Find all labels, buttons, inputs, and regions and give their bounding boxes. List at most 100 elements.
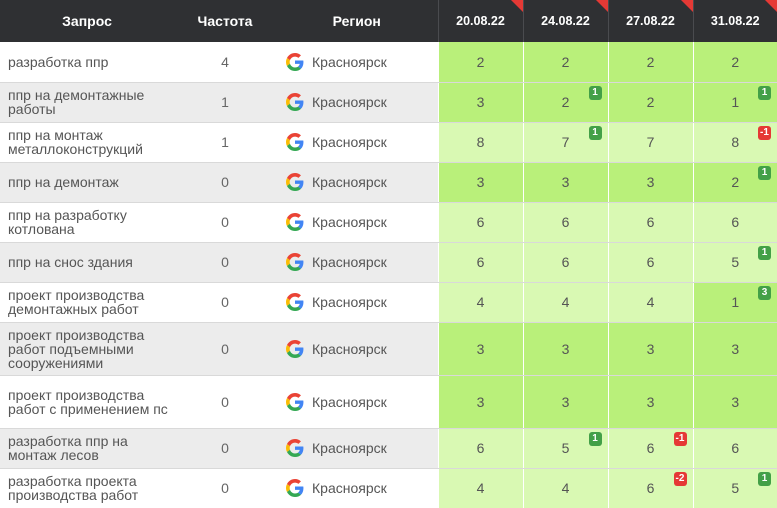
table-row[interactable]: ппр на снос здания 0 Красноярск 66651 — [0, 242, 777, 283]
region-cell: Красноярск — [276, 282, 438, 323]
position-cell[interactable]: 2 — [607, 42, 693, 83]
position-value: 2 — [561, 94, 570, 110]
position-cell[interactable]: 3 — [607, 162, 693, 203]
position-value: 3 — [476, 174, 485, 190]
position-cell[interactable]: 7 — [607, 122, 693, 163]
table-row[interactable]: проект производства работ с применением … — [0, 375, 777, 429]
position-value: 4 — [561, 480, 570, 496]
position-cell[interactable]: 6 — [692, 202, 777, 243]
position-cell[interactable]: 21 — [692, 162, 777, 203]
column-header-date[interactable]: 27.08.22 — [607, 0, 693, 42]
position-cell[interactable]: 2 — [522, 42, 608, 83]
position-cell[interactable]: 2 — [607, 82, 693, 123]
position-cell[interactable]: 6 -2 — [607, 468, 693, 508]
table-row[interactable]: ппр на демонтаж 0 Красноярск 33321 — [0, 162, 777, 203]
position-cell[interactable]: 6 — [522, 202, 608, 243]
position-cell[interactable]: 3 — [692, 322, 777, 376]
position-cell[interactable]: 8 — [437, 122, 523, 163]
position-cell[interactable]: 4 — [437, 468, 523, 508]
region-cell: Красноярск — [276, 468, 438, 508]
position-cell[interactable]: 3 — [522, 162, 608, 203]
position-value: 4 — [561, 294, 570, 310]
position-value: 3 — [476, 340, 485, 357]
position-cell[interactable]: 3 — [607, 322, 693, 376]
frequency-cell: 0 — [174, 162, 276, 203]
column-header-frequency[interactable]: Частота — [174, 0, 276, 42]
position-cell[interactable]: 6 — [692, 428, 777, 469]
date-label: 27.08.22 — [626, 14, 675, 28]
column-header-date[interactable]: 20.08.22 — [437, 0, 523, 42]
position-change-badge: 1 — [588, 431, 602, 446]
position-value: 2 — [476, 53, 485, 70]
table-row[interactable]: разработка проекта производства работ 0 … — [0, 468, 777, 508]
position-cell[interactable]: 3 — [437, 322, 523, 376]
position-value: 3 — [561, 340, 570, 357]
region-label: Красноярск — [312, 254, 387, 270]
table-row[interactable]: проект производства работ подъемными соо… — [0, 322, 777, 376]
position-value: 2 — [561, 53, 570, 70]
region-cell: Красноярск — [276, 122, 438, 163]
position-cell[interactable]: 21 — [522, 82, 608, 123]
table-row[interactable]: ппр на разработку котлована 0 Красноярск… — [0, 202, 777, 243]
position-cell[interactable]: 6 — [437, 242, 523, 283]
position-cell[interactable]: 2 — [692, 42, 777, 83]
position-cell[interactable]: 6 — [522, 242, 608, 283]
google-icon — [286, 293, 304, 311]
position-cell[interactable]: 51 — [692, 468, 777, 508]
frequency-cell: 0 — [174, 322, 276, 376]
position-cell[interactable]: 6 — [607, 242, 693, 283]
position-cell[interactable]: 71 — [522, 122, 608, 163]
date-marker-icon — [680, 0, 693, 12]
column-header-date[interactable]: 31.08.22 — [692, 0, 777, 42]
position-cell[interactable]: 6 — [437, 202, 523, 243]
position-value: 3 — [561, 393, 570, 410]
position-cell[interactable]: 3 — [437, 82, 523, 123]
position-value: 4 — [476, 480, 485, 496]
position-cell[interactable]: 4 — [522, 282, 608, 323]
date-label: 20.08.22 — [456, 14, 505, 28]
region-label: Красноярск — [312, 134, 387, 150]
query-cell: ппр на демонтажные работы — [0, 82, 174, 123]
query-cell: ппр на снос здания — [0, 242, 174, 283]
column-header-region[interactable]: Регион — [276, 0, 438, 42]
position-cell[interactable]: 51 — [692, 242, 777, 283]
region-label: Красноярск — [312, 440, 387, 456]
google-icon — [286, 93, 304, 111]
region-cell: Красноярск — [276, 202, 438, 243]
position-cell[interactable]: 2 — [437, 42, 523, 83]
table-row[interactable]: проект производства демонтажных работ 0 … — [0, 282, 777, 323]
column-header-query[interactable]: Запрос — [0, 0, 174, 42]
table-row[interactable]: ппр на монтаж металлоконструкций 1 Красн… — [0, 122, 777, 163]
column-header-date[interactable]: 24.08.22 — [522, 0, 608, 42]
region-label: Красноярск — [312, 94, 387, 110]
position-change-badge: 1 — [758, 471, 771, 486]
position-cell[interactable]: 3 — [437, 162, 523, 203]
position-cell[interactable]: 3 — [522, 322, 608, 376]
position-value: 6 — [646, 480, 655, 496]
position-cell[interactable]: 4 — [607, 282, 693, 323]
table-row[interactable]: разработка ппр на монтаж лесов 0 Красноя… — [0, 428, 777, 469]
position-cell[interactable]: 3 — [522, 375, 608, 429]
position-value: 6 — [561, 254, 570, 270]
position-cell[interactable]: 11 — [692, 82, 777, 123]
position-cell[interactable]: 3 — [692, 375, 777, 429]
frequency-cell: 0 — [174, 428, 276, 469]
position-cell[interactable]: 6 — [437, 428, 523, 469]
position-cell[interactable]: 51 — [522, 428, 608, 469]
position-cell[interactable]: 3 — [437, 375, 523, 429]
position-cell[interactable]: 13 — [692, 282, 777, 323]
position-cell[interactable]: 4 — [522, 468, 608, 508]
position-cell[interactable]: 3 — [607, 375, 693, 429]
google-icon — [286, 392, 304, 411]
position-value: 3 — [646, 340, 655, 357]
position-cell[interactable]: 6 -1 — [607, 428, 693, 469]
table-row[interactable]: разработка ппр 4 Красноярск 2 2 2 2 — [0, 42, 777, 83]
position-value: 1 — [731, 94, 740, 110]
position-cell[interactable]: 8 -1 — [692, 122, 777, 163]
position-value: 3 — [731, 393, 740, 410]
frequency-cell: 0 — [174, 242, 276, 283]
position-cell[interactable]: 4 — [437, 282, 523, 323]
table-row[interactable]: ппр на демонтажные работы 1 Красноярск 3… — [0, 82, 777, 123]
position-cell[interactable]: 6 — [607, 202, 693, 243]
date-marker-icon — [765, 0, 777, 12]
